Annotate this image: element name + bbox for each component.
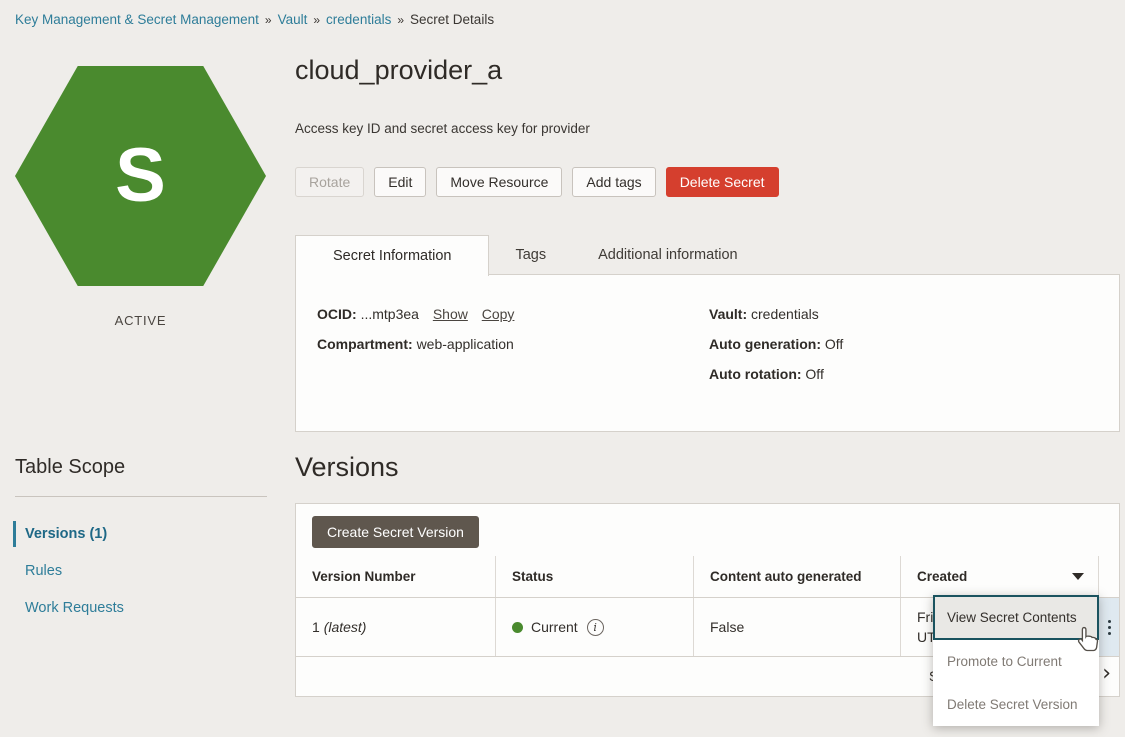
- status-label: ACTIVE: [15, 313, 266, 328]
- sidebar-item-label: Rules: [25, 563, 62, 579]
- delete-secret-button[interactable]: Delete Secret: [666, 167, 779, 197]
- sidebar-item-label: Versions (1): [25, 526, 107, 542]
- auto-rotation-field: Auto rotation: Off: [709, 366, 843, 383]
- auto-generation-value: Off: [825, 336, 843, 352]
- tab-additional-information[interactable]: Additional information: [572, 235, 763, 274]
- breadcrumb-link-key-management[interactable]: Key Management & Secret Management: [15, 12, 259, 27]
- column-header-version-number[interactable]: Version Number: [296, 556, 496, 597]
- create-secret-version-button[interactable]: Create Secret Version: [312, 516, 479, 548]
- table-scope-title: Table Scope: [15, 456, 267, 479]
- column-header-content-auto-generated[interactable]: Content auto generated: [694, 556, 901, 597]
- auto-generation-label: Auto generation:: [709, 336, 821, 352]
- breadcrumb-separator: »: [265, 13, 272, 27]
- content-auto-generated-cell: False: [694, 598, 901, 656]
- versions-heading: Versions: [295, 452, 399, 483]
- secret-hexagon-icon: S: [15, 66, 266, 286]
- pagination-next-icon[interactable]: ›: [1102, 661, 1111, 686]
- column-header-created[interactable]: Created: [901, 556, 1099, 597]
- compartment-value: web-application: [417, 336, 514, 352]
- column-header-actions: [1099, 556, 1119, 597]
- status-current-dot-icon: [512, 622, 523, 633]
- sidebar-divider: [15, 496, 267, 497]
- menu-item-promote-to-current[interactable]: Promote to Current: [933, 640, 1099, 683]
- breadcrumb-link-vault[interactable]: Vault: [278, 12, 308, 27]
- menu-item-view-secret-contents[interactable]: View Secret Contents: [933, 595, 1099, 640]
- table-scope-sidebar: Table Scope Versions (1) Rules Work Requ…: [15, 456, 267, 629]
- sidebar-item-label: Work Requests: [25, 600, 124, 616]
- breadcrumb-link-credentials[interactable]: credentials: [326, 12, 391, 27]
- vault-label: Vault:: [709, 306, 747, 322]
- ocid-label: OCID:: [317, 306, 357, 322]
- sidebar-item-versions[interactable]: Versions (1): [15, 518, 267, 550]
- move-resource-button[interactable]: Move Resource: [436, 167, 562, 197]
- tab-tags[interactable]: Tags: [489, 235, 572, 274]
- ocid-field: OCID: ...mtp3ea Show Copy: [317, 306, 514, 323]
- version-number-cell: 1 (latest): [296, 598, 496, 656]
- breadcrumb-separator: »: [397, 13, 404, 27]
- row-context-menu: View Secret Contents Promote to Current …: [933, 595, 1099, 726]
- created-header-label: Created: [917, 569, 967, 584]
- resource-avatar: S ACTIVE: [15, 66, 266, 328]
- content-auto-generated-value: False: [710, 619, 744, 635]
- compartment-label: Compartment:: [317, 336, 413, 352]
- version-number: 1: [312, 619, 320, 635]
- action-buttons: Rotate Edit Move Resource Add tags Delet…: [295, 167, 779, 197]
- menu-item-delete-secret-version[interactable]: Delete Secret Version: [933, 683, 1099, 726]
- status-text: Current: [531, 619, 578, 635]
- edit-button[interactable]: Edit: [374, 167, 426, 197]
- breadcrumb: Key Management & Secret Management » Vau…: [15, 12, 494, 27]
- version-latest-tag: (latest): [324, 619, 367, 635]
- auto-rotation-label: Auto rotation:: [709, 366, 802, 382]
- tab-bar: Secret Information Tags Additional infor…: [295, 235, 1120, 275]
- compartment-field: Compartment: web-application: [317, 336, 514, 353]
- show-ocid-link[interactable]: Show: [433, 306, 468, 322]
- secret-information-panel: OCID: ...mtp3ea Show Copy Compartment: w…: [295, 275, 1120, 432]
- auto-generation-field: Auto generation: Off: [709, 336, 843, 353]
- page-title: cloud_provider_a: [295, 55, 502, 86]
- column-header-status[interactable]: Status: [496, 556, 694, 597]
- breadcrumb-separator: »: [313, 13, 320, 27]
- ocid-value: ...mtp3ea: [361, 306, 419, 322]
- auto-rotation-value: Off: [805, 366, 823, 382]
- table-header-row: Version Number Status Content auto gener…: [296, 556, 1119, 598]
- copy-ocid-link[interactable]: Copy: [482, 306, 515, 322]
- status-cell: Current i: [496, 598, 694, 656]
- vault-field: Vault: credentials: [709, 306, 843, 323]
- sidebar-item-rules[interactable]: Rules: [15, 555, 267, 587]
- info-icon[interactable]: i: [587, 619, 604, 636]
- sort-descending-icon[interactable]: [1072, 573, 1084, 580]
- add-tags-button[interactable]: Add tags: [572, 167, 655, 197]
- row-actions-kebab-button[interactable]: [1099, 598, 1119, 656]
- page-description: Access key ID and secret access key for …: [295, 121, 590, 136]
- vault-value: credentials: [751, 306, 819, 322]
- breadcrumb-current-secret-details: Secret Details: [410, 12, 494, 27]
- sidebar-item-work-requests[interactable]: Work Requests: [15, 592, 267, 624]
- kebab-menu-icon: [1108, 620, 1111, 635]
- resource-initial: S: [115, 138, 166, 214]
- active-item-bar: [13, 521, 16, 547]
- tab-secret-information[interactable]: Secret Information: [295, 235, 489, 276]
- rotate-button[interactable]: Rotate: [295, 167, 364, 197]
